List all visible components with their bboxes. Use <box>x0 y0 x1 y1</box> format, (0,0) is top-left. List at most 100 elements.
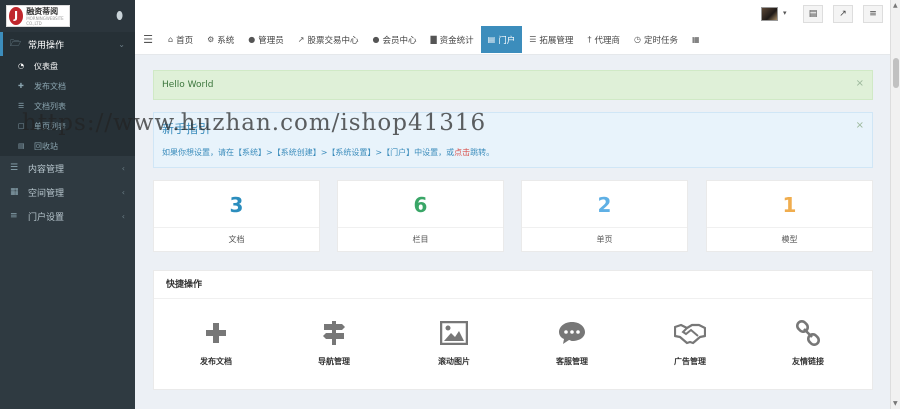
tab-home[interactable]: ⌂ 首页 <box>161 26 200 53</box>
tab-label: 管理员 <box>258 35 284 46</box>
info-alert-text: 如果你想设置，请在【系统】>【系统创建】>【系统设置】>【门户】中设置，或点击跳… <box>162 147 864 158</box>
signpost-icon <box>274 317 394 349</box>
sidebar-item-publish[interactable]: ✚ 发布文档 <box>0 76 135 96</box>
header-toolbar: ▾ ▤ ↗ ≡ <box>135 0 890 26</box>
scroll-thumb[interactable] <box>893 58 899 88</box>
gear-icon: ⚙ <box>207 35 215 44</box>
info-alert: 新手指引 × 如果你想设置，请在【系统】>【系统创建】>【系统设置】>【门户】中… <box>153 112 873 168</box>
chart-line-icon: ↗ <box>297 35 305 44</box>
close-icon[interactable]: × <box>856 120 864 131</box>
tab-label: 门户 <box>498 35 516 46</box>
plus-icon: ✚ <box>18 82 24 90</box>
stat-value: 1 <box>782 193 797 217</box>
stats-row: 3 文档 6 栏目 2 单页 1 模型 <box>153 180 873 252</box>
sidebar-item-label: 文档列表 <box>34 101 66 111</box>
stat-card-columns[interactable]: 6 栏目 <box>337 180 504 252</box>
clock-icon: ◷ <box>633 35 641 44</box>
stat-value: 2 <box>597 193 612 217</box>
tab-label: 拓展管理 <box>539 35 574 46</box>
tab-system[interactable]: ⚙ 系统 <box>200 26 241 53</box>
logo[interactable]: J 融资蒂阅 MORNINGWEBSITE CO.,LTD <box>6 5 70 27</box>
quick-action-label: 友情链接 <box>792 357 824 366</box>
sidebar-item-doc-list[interactable]: ☰ 文档列表 <box>0 96 135 116</box>
tab-label: 股票交易中心 <box>307 35 359 46</box>
quick-actions-list: 发布文档 导航管理 滚动图片 客服管理 广告管理 友情链接 <box>154 299 872 389</box>
sidebar-group-space[interactable]: ▦ 空间管理 ‹ <box>0 180 135 204</box>
dashboard-icon: ◔ <box>18 62 25 70</box>
tab-members[interactable]: ● 会员中心 <box>366 26 424 53</box>
logo-bar: J 融资蒂阅 MORNINGWEBSITE CO.,LTD ⬮ <box>0 0 135 32</box>
water-drop-icon[interactable]: ⬮ <box>116 9 123 23</box>
stat-value: 3 <box>229 193 244 217</box>
trash-icon: ▤ <box>808 9 818 19</box>
tab-agents[interactable]: † 代理商 <box>580 26 627 53</box>
main-content: Hello World × 新手指引 × 如果你想设置，请在【系统】>【系统创建… <box>153 70 873 168</box>
sidebar-item-recycle[interactable]: ▤ 回收站 <box>0 136 135 156</box>
quick-slider-button[interactable]: 滚动图片 <box>394 317 514 367</box>
quick-publish-button[interactable]: 发布文档 <box>156 317 276 367</box>
sidebar-group-label: 常用操作 <box>28 40 65 51</box>
sidebar-group-label: 门户设置 <box>28 212 65 223</box>
quick-action-label: 客服管理 <box>556 357 588 366</box>
quick-action-label: 滚动图片 <box>438 357 470 366</box>
sidebar-group-portal[interactable]: ≡ 门户设置 ‹ <box>0 204 135 228</box>
scroll-down-icon[interactable]: ▼ <box>893 400 898 407</box>
list-icon: ☰ <box>18 102 25 110</box>
sidebar-group-common[interactable]: 🗁 常用操作 ⌄ <box>0 32 135 56</box>
sidebar-item-page-list[interactable]: □ 单页列表 <box>0 116 135 136</box>
quick-ads-button[interactable]: 广告管理 <box>630 317 750 367</box>
stat-card-pages[interactable]: 2 单页 <box>521 180 688 252</box>
settings-menu-button[interactable]: ≡ <box>863 5 883 23</box>
tab-extensions[interactable]: ☰ 拓展管理 <box>522 26 580 53</box>
sidebar-item-dashboard[interactable]: ◔ 仪表盘 <box>0 56 135 76</box>
quick-action-label: 导航管理 <box>318 357 350 366</box>
image-icon <box>394 317 514 349</box>
tab-funds[interactable]: ▇ 资金统计 <box>424 26 481 53</box>
quick-links-button[interactable]: 友情链接 <box>748 317 868 367</box>
close-icon[interactable]: × <box>856 78 864 89</box>
sidebar-item-label: 发布文档 <box>34 81 66 91</box>
page-scrollbar[interactable]: ▲ ▼ <box>890 0 900 409</box>
info-text-after: 跳转。 <box>470 148 495 157</box>
sidebar-toggle-button[interactable]: ☰ <box>135 26 161 53</box>
quick-service-button[interactable]: 客服管理 <box>512 317 632 367</box>
stat-label: 文档 <box>154 227 319 251</box>
sidebar-item-label: 回收站 <box>34 141 58 151</box>
tab-label: 会员中心 <box>382 35 417 46</box>
logo-mark-icon: J <box>9 7 24 25</box>
list-icon: ☰ <box>10 163 19 173</box>
person-icon: † <box>587 35 592 44</box>
stat-label: 栏目 <box>338 227 503 251</box>
info-link[interactable]: 点击 <box>454 148 470 157</box>
folder-open-icon: 🗁 <box>10 39 22 49</box>
caret-down-icon[interactable]: ▾ <box>783 9 787 17</box>
tab-more[interactable]: ▦ <box>685 26 710 53</box>
stat-card-documents[interactable]: 3 文档 <box>153 180 320 252</box>
quick-nav-button[interactable]: 导航管理 <box>274 317 394 367</box>
trash-icon: ▤ <box>18 142 25 150</box>
clear-cache-button[interactable]: ▤ <box>803 5 823 23</box>
tab-admin[interactable]: ● 管理员 <box>241 26 291 53</box>
tab-label: 定时任务 <box>643 35 678 46</box>
scroll-up-icon[interactable]: ▲ <box>893 2 898 9</box>
success-alert-text: Hello World <box>162 80 214 90</box>
sidebar-item-label: 单页列表 <box>34 121 66 131</box>
info-alert-title: 新手指引 <box>162 122 211 136</box>
chevron-down-icon: ⌄ <box>118 39 125 49</box>
stat-card-models[interactable]: 1 模型 <box>706 180 873 252</box>
stat-label: 单页 <box>522 227 687 251</box>
open-site-button[interactable]: ↗ <box>833 5 853 23</box>
quick-action-label: 广告管理 <box>674 357 706 366</box>
handshake-icon <box>630 317 750 349</box>
top-tabs: ☰ ⌂ 首页 ⚙ 系统 ● 管理员 ↗ 股票交易中心 ● 会员中心 ▇ 资金统计 ▤ 门户 ☰… <box>135 26 710 53</box>
avatar[interactable] <box>761 7 778 21</box>
tab-stock-trading[interactable]: ↗ 股票交易中心 <box>291 26 366 53</box>
sidebar-group-content[interactable]: ☰ 内容管理 ‹ <box>0 156 135 180</box>
tab-cron[interactable]: ◷ 定时任务 <box>627 26 685 53</box>
plus-icon <box>156 317 276 349</box>
tab-portal[interactable]: ▤ 门户 <box>480 26 523 53</box>
sidebar-group-label: 空间管理 <box>28 188 65 199</box>
logo-subtext: MORNINGWEBSITE CO.,LTD <box>26 15 64 26</box>
sidebar: J 融资蒂阅 MORNINGWEBSITE CO.,LTD ⬮ 🗁 常用操作 ⌄… <box>0 0 135 409</box>
stat-value: 6 <box>413 193 428 217</box>
